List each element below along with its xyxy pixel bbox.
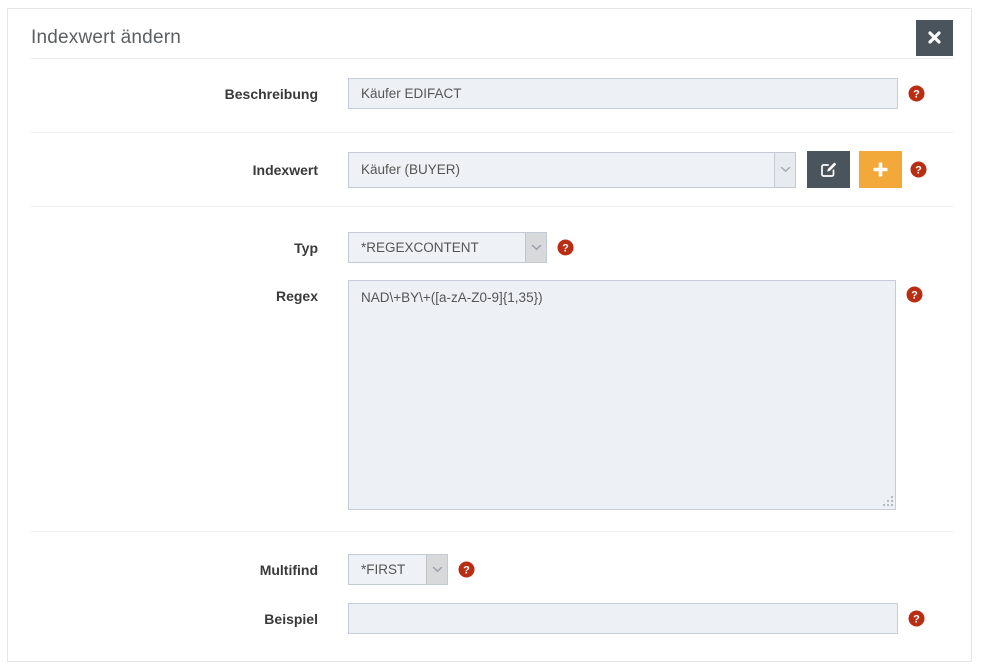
typ-select[interactable]: *REGEXCONTENT (348, 232, 547, 263)
plus-icon (873, 162, 888, 177)
add-indexwert-button[interactable] (859, 151, 902, 188)
svg-text:?: ? (911, 289, 918, 301)
regex-textarea[interactable]: NAD\+BY\+([a-zA-Z0-9]{1,35}) (348, 280, 896, 510)
resize-grip-icon[interactable] (883, 496, 894, 507)
multifind-select[interactable]: *FIRST (348, 554, 448, 585)
dialog-title: Indexwert ändern (31, 27, 181, 49)
section-beschreibung: Beschreibung ? (31, 59, 953, 133)
form-row-beschreibung: Beschreibung ? (31, 78, 953, 109)
svg-text:?: ? (915, 164, 922, 176)
dialog-header: Indexwert ändern (31, 9, 953, 59)
beispiel-input[interactable] (348, 603, 898, 634)
form-row-typ: Typ *REGEXCONTENT ? (31, 232, 953, 263)
typ-label: Typ (31, 240, 318, 256)
regex-textarea-wrap: NAD\+BY\+([a-zA-Z0-9]{1,35}) (348, 280, 896, 510)
close-button[interactable] (916, 20, 953, 56)
form-row-multifind: Multifind *FIRST ? (31, 554, 953, 585)
typ-select-value: *REGEXCONTENT (349, 233, 525, 262)
regex-label: Regex (31, 280, 318, 304)
svg-text:?: ? (913, 613, 920, 625)
indexwert-select[interactable]: Käufer (BUYER) (348, 152, 796, 188)
form-row-beispiel: Beispiel ? (31, 603, 953, 634)
multifind-select-value: *FIRST (349, 555, 426, 584)
multifind-label: Multifind (31, 562, 318, 578)
question-circle-icon[interactable]: ? (910, 161, 927, 178)
question-circle-icon[interactable]: ? (458, 561, 475, 578)
beispiel-label: Beispiel (31, 611, 318, 627)
edit-indexwert-button[interactable] (807, 151, 850, 188)
section-indexwert: Indexwert Käufer (BUYER) (31, 133, 953, 207)
beschreibung-input[interactable] (348, 78, 898, 109)
chevron-down-icon (525, 233, 546, 262)
indexwert-aendern-dialog: Indexwert ändern Beschreibung ? (7, 8, 972, 662)
edit-icon (820, 161, 837, 178)
question-circle-icon[interactable]: ? (908, 85, 925, 102)
indexwert-label: Indexwert (31, 162, 318, 178)
close-icon (928, 31, 941, 44)
svg-text:?: ? (463, 564, 470, 576)
svg-text:?: ? (913, 88, 920, 100)
indexwert-select-value: Käufer (BUYER) (349, 153, 774, 187)
question-circle-icon[interactable]: ? (906, 286, 923, 303)
question-circle-icon[interactable]: ? (557, 239, 574, 256)
svg-text:?: ? (562, 242, 569, 254)
chevron-down-icon (774, 153, 795, 187)
form-row-indexwert: Indexwert Käufer (BUYER) (31, 151, 953, 188)
form-row-regex: Regex NAD\+BY\+([a-zA-Z0-9]{1,35}) ? (31, 280, 953, 510)
question-circle-icon[interactable]: ? (908, 610, 925, 627)
chevron-down-icon (426, 555, 447, 584)
section-typ-regex: Typ *REGEXCONTENT ? Regex NAD\+ (31, 207, 953, 532)
section-multifind-beispiel: Multifind *FIRST ? Beispiel (31, 532, 953, 667)
beschreibung-label: Beschreibung (31, 86, 318, 102)
